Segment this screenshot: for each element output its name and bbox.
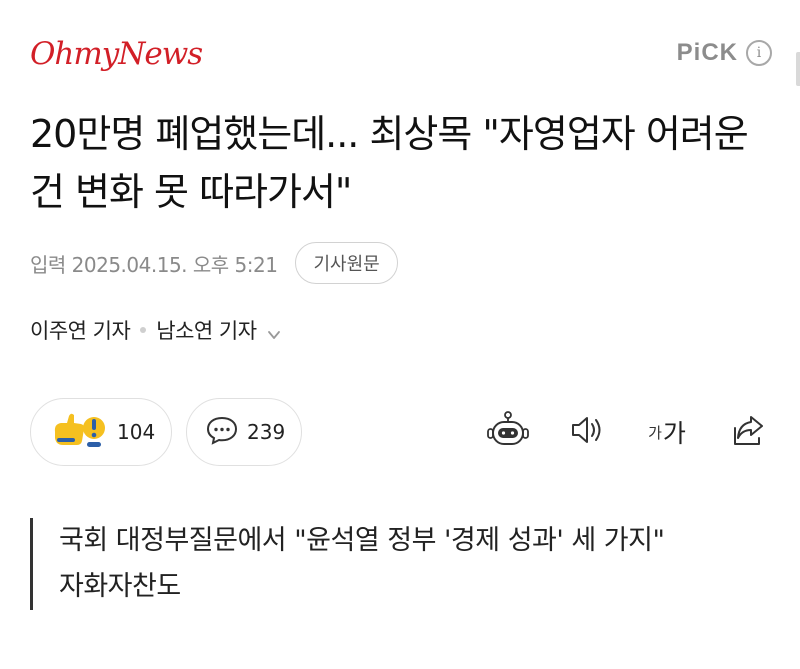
- summary-bot-button[interactable]: [485, 410, 531, 454]
- info-icon[interactable]: i: [746, 40, 772, 66]
- article-meta: 입력 2025.04.15. 오후 5:21 기사원문: [30, 242, 398, 284]
- comment-bubble-icon: [205, 414, 239, 450]
- article-page: OhmyNews PiCK i 20만명 폐업했는데... 최상목 "자영업자 …: [0, 0, 800, 669]
- comment-button[interactable]: 239: [186, 398, 302, 466]
- scrollbar[interactable]: [796, 52, 800, 86]
- text-to-speech-button[interactable]: [565, 412, 609, 452]
- pick-label: PiCK: [676, 39, 738, 66]
- separator-dot: [140, 327, 147, 333]
- speaker-icon: [567, 412, 607, 452]
- action-bar: 104 239 가 가: [30, 398, 775, 466]
- comment-count: 239: [247, 420, 286, 444]
- pick-badge[interactable]: PiCK i: [677, 39, 772, 67]
- article-subtitle-block: 국회 대정부질문에서 "윤석열 정부 '경제 성과' 세 가지" 자화자찬도: [30, 518, 770, 610]
- robot-summary-icon: [486, 410, 530, 454]
- font-size-button[interactable]: 가 가: [642, 412, 692, 452]
- font-size-small-glyph: 가: [648, 423, 662, 442]
- reporter-name: 남소연 기자: [156, 319, 257, 343]
- article-subtitle: 국회 대정부질문에서 "윤석열 정부 '경제 성과' 세 가지" 자화자찬도: [59, 525, 665, 602]
- share-icon: [729, 412, 769, 452]
- reporter-list[interactable]: 이주연 기자 남소연 기자: [30, 312, 281, 348]
- article-title: 20만명 폐업했는데... 최상목 "자영업자 어려운 건 변화 못 따라가서": [30, 112, 749, 214]
- header: OhmyNews PiCK i: [30, 30, 772, 80]
- original-article-button[interactable]: 기사원문: [295, 242, 398, 284]
- reaction-button[interactable]: 104: [30, 398, 172, 466]
- chevron-down-icon[interactable]: [267, 323, 281, 339]
- ohmynews-logo[interactable]: OhmyNews: [30, 36, 203, 72]
- reaction-emoji-icon: [51, 410, 109, 454]
- font-size-large-glyph: 가: [662, 419, 686, 448]
- reporter-name: 이주연 기자: [30, 319, 131, 343]
- share-button[interactable]: [727, 412, 771, 452]
- publish-date: 입력 2025.04.15. 오후 5:21: [30, 252, 278, 277]
- reaction-count: 104: [117, 420, 156, 444]
